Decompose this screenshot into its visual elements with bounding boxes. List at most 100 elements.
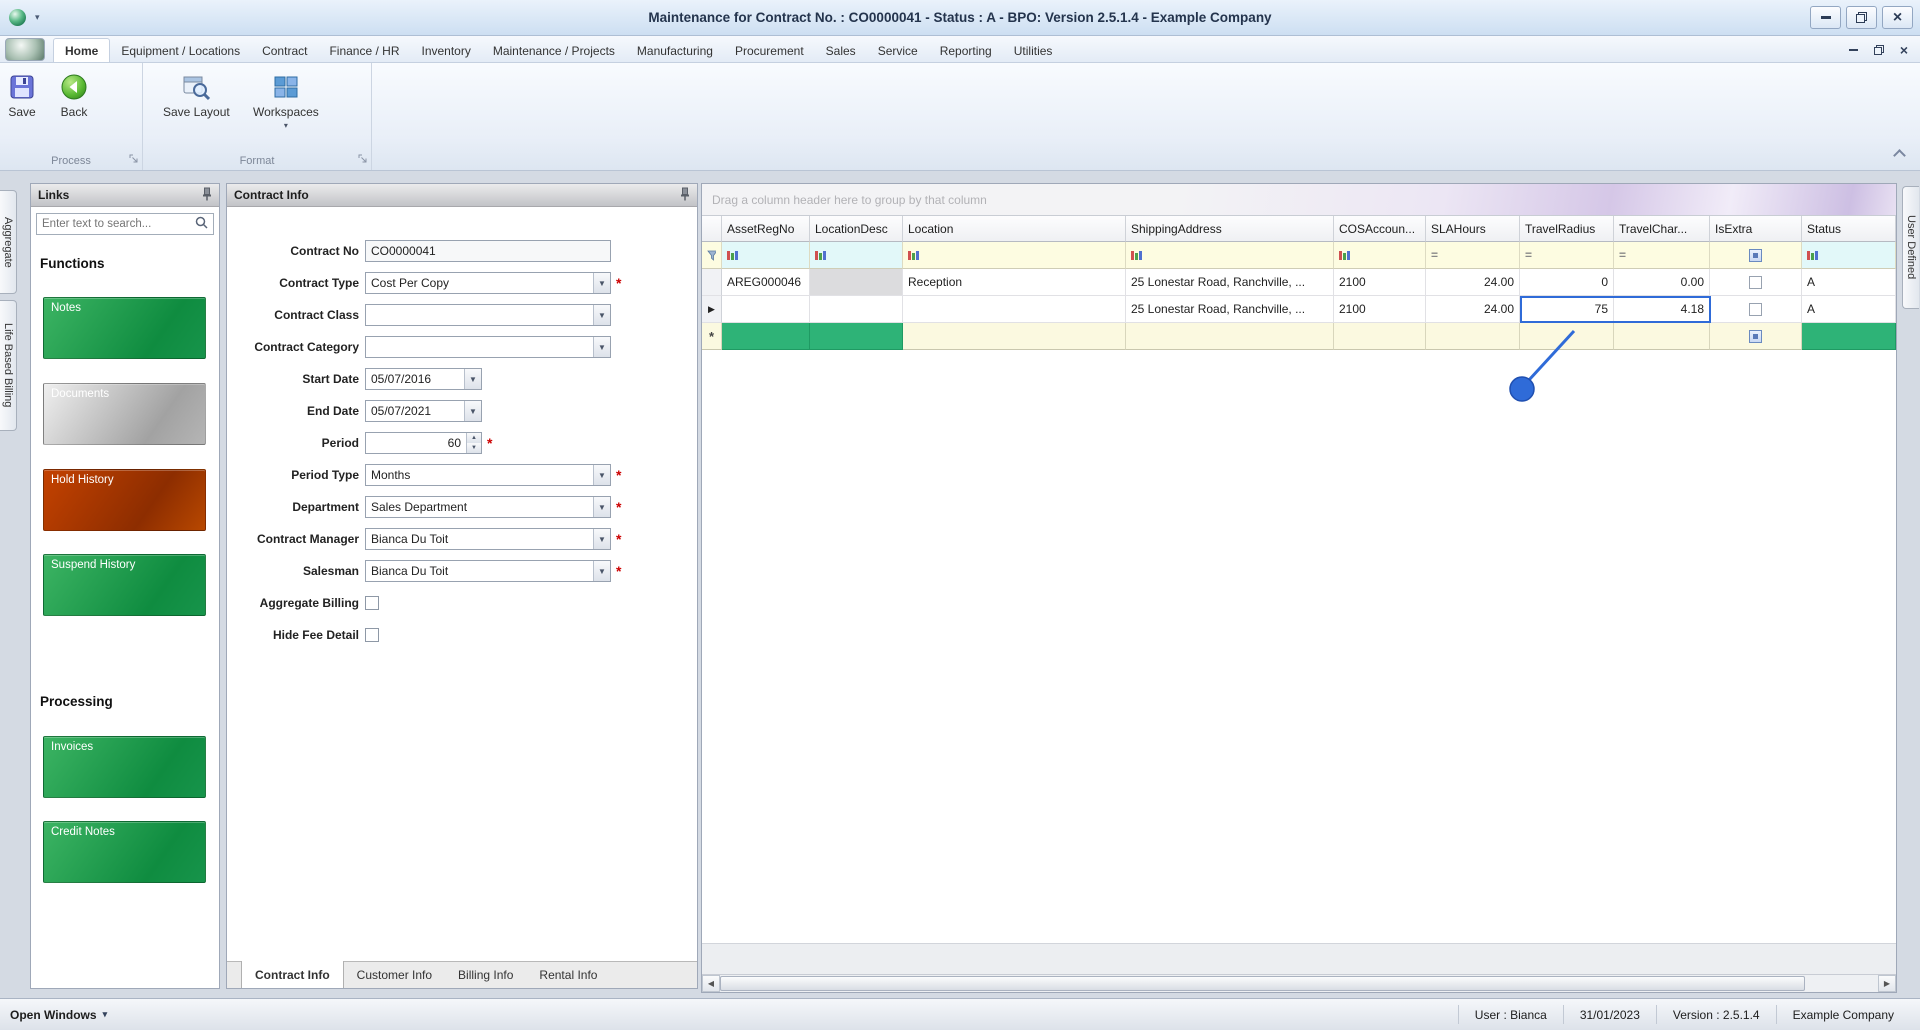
column-header-shippingaddress[interactable]: ShippingAddress xyxy=(1126,216,1334,242)
tab-equipment-locations[interactable]: Equipment / Locations xyxy=(110,39,251,62)
spin-down-icon[interactable]: ▼ xyxy=(467,443,481,453)
cell-assetregno[interactable]: AREG000046 xyxy=(722,269,810,296)
table-row[interactable]: AREG000046 Reception 25 Lonestar Road, R… xyxy=(702,269,1896,296)
minimize-button[interactable] xyxy=(1810,6,1841,29)
filter-cell-cosaccount[interactable] xyxy=(1334,242,1426,269)
cell-cosaccount[interactable]: 2100 xyxy=(1334,296,1426,323)
tab-reporting[interactable]: Reporting xyxy=(929,39,1003,62)
end-date-picker[interactable]: 05/07/2021 ▼ xyxy=(365,400,482,422)
cell-status-new[interactable] xyxy=(1802,323,1896,350)
cell-isextra[interactable] xyxy=(1710,296,1802,323)
cell-cosaccount[interactable]: 2100 xyxy=(1334,269,1426,296)
filter-cell-isextra[interactable] xyxy=(1710,242,1802,269)
isextra-checkbox[interactable] xyxy=(1749,276,1762,289)
collapse-ribbon-icon[interactable] xyxy=(1893,149,1906,162)
search-input[interactable] xyxy=(42,218,195,230)
restore-button[interactable] xyxy=(1846,6,1877,29)
aggregate-billing-checkbox[interactable] xyxy=(365,596,379,610)
spin-up-icon[interactable]: ▲ xyxy=(467,433,481,443)
bpo-logo[interactable] xyxy=(5,38,45,61)
cell-shippingaddress-new[interactable] xyxy=(1126,323,1334,350)
contract-manager-select[interactable]: Bianca Du Toit ▼ xyxy=(365,528,611,550)
cell-travelradius-editing[interactable]: 75 xyxy=(1520,296,1614,323)
hold-history-button[interactable]: Hold History xyxy=(43,469,206,531)
cell-locationdesc[interactable] xyxy=(810,269,903,296)
isextra-checkbox[interactable] xyxy=(1749,303,1762,316)
cell-assetregno[interactable] xyxy=(722,296,810,323)
horizontal-scrollbar[interactable]: ◀ ▶ xyxy=(702,974,1896,992)
cell-slahours[interactable]: 24.00 xyxy=(1426,269,1520,296)
start-date-picker[interactable]: 05/07/2016 ▼ xyxy=(365,368,482,390)
column-header-location[interactable]: Location xyxy=(903,216,1126,242)
chevron-down-icon[interactable]: ▼ xyxy=(593,305,610,325)
contract-category-select[interactable]: ▼ xyxy=(365,336,611,358)
cell-travelradius-new[interactable] xyxy=(1520,323,1614,350)
tab-finance-hr[interactable]: Finance / HR xyxy=(318,39,410,62)
scrollbar-thumb[interactable] xyxy=(720,976,1805,991)
invoices-button[interactable]: Invoices xyxy=(43,736,206,798)
tab-procurement[interactable]: Procurement xyxy=(724,39,815,62)
column-header-slahours[interactable]: SLAHours xyxy=(1426,216,1520,242)
contract-type-select[interactable]: Cost Per Copy ▼ xyxy=(365,272,611,294)
period-type-select[interactable]: Months ▼ xyxy=(365,464,611,486)
cell-slahours-new[interactable] xyxy=(1426,323,1520,350)
column-header-isextra[interactable]: IsExtra xyxy=(1710,216,1802,242)
filter-cell-slahours[interactable]: = xyxy=(1426,242,1520,269)
scroll-left-icon[interactable]: ◀ xyxy=(702,975,720,992)
cell-assetregno-new[interactable] xyxy=(722,323,810,350)
filter-cell-travelcharge[interactable]: = xyxy=(1614,242,1710,269)
chevron-down-icon[interactable]: ▼ xyxy=(464,401,481,421)
tab-utilities[interactable]: Utilities xyxy=(1003,39,1064,62)
mdi-minimize-icon[interactable] xyxy=(1849,49,1858,51)
suspend-history-button[interactable]: Suspend History xyxy=(43,554,206,616)
group-by-band[interactable]: Drag a column header here to group by th… xyxy=(702,184,1896,216)
search-icon[interactable] xyxy=(195,216,208,232)
cell-location[interactable] xyxy=(903,296,1126,323)
filter-cell-shippingaddress[interactable] xyxy=(1126,242,1334,269)
department-select[interactable]: Sales Department ▼ xyxy=(365,496,611,518)
pin-icon[interactable] xyxy=(201,187,212,204)
period-stepper[interactable]: 60 ▲ ▼ xyxy=(365,432,482,454)
close-button[interactable]: × xyxy=(1882,6,1913,29)
column-header-locationdesc[interactable]: LocationDesc xyxy=(810,216,903,242)
tab-customer-info[interactable]: Customer Info xyxy=(344,962,445,988)
chevron-down-icon[interactable]: ▼ xyxy=(593,273,610,293)
column-header-travelcharge[interactable]: TravelChar... xyxy=(1614,216,1710,242)
save-layout-button[interactable]: Save Layout xyxy=(161,70,232,122)
cell-travelradius[interactable]: 0 xyxy=(1520,269,1614,296)
cell-locationdesc[interactable] xyxy=(810,296,903,323)
back-button[interactable]: Back xyxy=(58,70,90,122)
cell-isextra[interactable] xyxy=(1710,269,1802,296)
mdi-restore-icon[interactable] xyxy=(1874,45,1884,55)
tab-sales[interactable]: Sales xyxy=(815,39,867,62)
chevron-down-icon[interactable]: ▼ xyxy=(593,337,610,357)
pin-icon[interactable] xyxy=(679,187,690,204)
tab-service[interactable]: Service xyxy=(867,39,929,62)
notes-button[interactable]: Notes xyxy=(43,297,206,359)
tab-maintenance-projects[interactable]: Maintenance / Projects xyxy=(482,39,626,62)
cell-locationdesc-new[interactable] xyxy=(810,323,903,350)
tab-home[interactable]: Home xyxy=(53,38,110,62)
contract-no-field[interactable]: CO0000041 xyxy=(365,240,611,262)
filter-cell-assetregno[interactable] xyxy=(722,242,810,269)
tab-billing-info[interactable]: Billing Info xyxy=(445,962,526,988)
column-header-assetregno[interactable]: AssetRegNo xyxy=(722,216,810,242)
cell-status[interactable]: A xyxy=(1802,296,1896,323)
open-windows-button[interactable]: Open Windows ▾ xyxy=(10,1008,107,1022)
filter-cell-location[interactable] xyxy=(903,242,1126,269)
mdi-close-icon[interactable]: × xyxy=(1900,43,1908,57)
tab-rental-info[interactable]: Rental Info xyxy=(526,962,610,988)
cell-cosaccount-new[interactable] xyxy=(1334,323,1426,350)
side-tab-aggregate[interactable]: Aggregate xyxy=(0,190,17,294)
column-header-status[interactable]: Status xyxy=(1802,216,1896,242)
cell-slahours[interactable]: 24.00 xyxy=(1426,296,1520,323)
chevron-down-icon[interactable]: ▼ xyxy=(593,529,610,549)
tab-contract[interactable]: Contract xyxy=(251,39,318,62)
table-row-selected[interactable]: ▶ 25 Lonestar Road, Ranchville, ... 2100… xyxy=(702,296,1896,323)
scroll-right-icon[interactable]: ▶ xyxy=(1878,975,1896,992)
filter-cell-status[interactable] xyxy=(1802,242,1896,269)
side-tab-user-defined[interactable]: User Defined xyxy=(1902,186,1919,309)
tab-manufacturing[interactable]: Manufacturing xyxy=(626,39,724,62)
cell-isextra-new[interactable] xyxy=(1710,323,1802,350)
chevron-down-icon[interactable]: ▼ xyxy=(593,497,610,517)
